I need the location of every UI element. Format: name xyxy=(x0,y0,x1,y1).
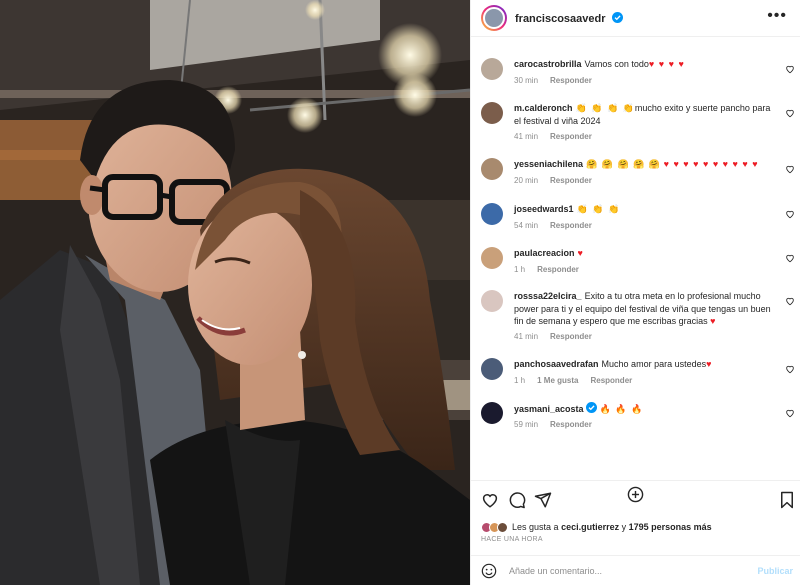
comment-time: 20 min xyxy=(514,176,539,185)
heart-icon[interactable] xyxy=(481,491,499,509)
post-header: franciscosaavedr ••• xyxy=(471,0,800,37)
commenter-avatar[interactable] xyxy=(481,247,503,269)
comment-like-icon[interactable] xyxy=(785,296,795,306)
commenter-username[interactable]: carocastrobrilla xyxy=(514,59,582,69)
reply-button[interactable]: Responder xyxy=(590,376,632,385)
author-username[interactable]: franciscosaavedr xyxy=(515,11,623,25)
comment-like-icon[interactable] xyxy=(785,209,795,219)
comment-like-icon[interactable] xyxy=(785,364,795,374)
reply-button[interactable]: Responder xyxy=(550,332,592,341)
commenter-username[interactable]: rosssa22elcira_ xyxy=(514,291,582,301)
more-options-icon[interactable]: ••• xyxy=(767,8,787,24)
comment-text: rosssa22elcira_ Exito a tu otra meta en l… xyxy=(514,291,771,326)
commenter-avatar[interactable] xyxy=(481,290,503,312)
reply-button[interactable]: Responder xyxy=(550,132,592,141)
comment-icon[interactable] xyxy=(508,491,526,509)
comment-meta: 41 min Responder xyxy=(514,332,604,341)
reply-button[interactable]: Responder xyxy=(550,420,592,429)
comment-time: 1 h xyxy=(514,265,526,274)
reply-button[interactable]: Responder xyxy=(550,176,592,185)
comment-meta: 1 h 1 Me gusta Responder xyxy=(514,376,644,385)
liker-avatar xyxy=(497,521,508,533)
post-actions-bar xyxy=(471,480,800,520)
post-photo xyxy=(0,0,470,585)
commenter-avatar[interactable] xyxy=(481,58,503,80)
comment-text: paulacreacion ♥ xyxy=(514,248,584,258)
commenter-avatar[interactable] xyxy=(481,402,503,424)
commenter-username[interactable]: m.calderonch xyxy=(514,103,573,113)
add-comment-bar: Añade un comentario... Publicar xyxy=(471,555,800,585)
verified-badge-icon xyxy=(585,402,597,413)
verified-badge-icon xyxy=(611,11,623,23)
comment-time: 30 min xyxy=(514,76,539,85)
commenter-username[interactable]: yesseniachilena xyxy=(514,159,583,169)
reply-button[interactable]: Responder xyxy=(550,221,592,230)
comment-text: carocastrobrilla Vamos con todo♥ ♥ ♥ ♥ xyxy=(514,59,685,69)
comment-text: yasmani_acosta 🔥 🔥 🔥 xyxy=(514,402,644,414)
comment-meta: 30 min Responder xyxy=(514,76,604,85)
commenter-username[interactable]: joseedwards1 xyxy=(514,204,574,214)
commenter-username[interactable]: panchosaavedrafan xyxy=(514,359,599,369)
likes-text: Les gusta a ceci.gutierrez y 1795 person… xyxy=(512,522,712,532)
post-side-panel: franciscosaavedr ••• carocastrobrilla Vam… xyxy=(470,0,800,585)
comment-meta: 59 min Responder xyxy=(514,420,604,429)
commenter-username[interactable]: paulacreacion xyxy=(514,248,575,258)
commenter-avatar[interactable] xyxy=(481,358,503,380)
comment-text: yesseniachilena 🤗 🤗 🤗 🤗 🤗 ♥ ♥ ♥ ♥ ♥ ♥ ♥ ♥… xyxy=(514,159,759,169)
comment-like-icon[interactable] xyxy=(785,408,795,418)
post-timestamp: HACE UNA HORA xyxy=(481,536,543,543)
comment-time: 54 min xyxy=(514,221,539,230)
comment-time: 41 min xyxy=(514,132,539,141)
comment-text: m.calderonch 👏 👏 👏 👏mucho exito y suerte … xyxy=(514,103,771,126)
comment-meta: 41 min Responder xyxy=(514,132,604,141)
reply-button[interactable]: Responder xyxy=(537,265,579,274)
comment-meta: 20 min Responder xyxy=(514,176,604,185)
likes-summary[interactable]: Les gusta a ceci.gutierrez y 1795 person… xyxy=(481,520,712,534)
comment-meta: 1 h Responder xyxy=(514,265,591,274)
comment-like-icon[interactable] xyxy=(785,253,795,263)
comment-time: 41 min xyxy=(514,332,539,341)
likes-count[interactable]: 1795 personas más xyxy=(629,522,712,532)
liker-username[interactable]: ceci.gutierrez xyxy=(561,522,619,532)
comment-time: 1 h xyxy=(514,376,526,385)
comment-like-icon[interactable] xyxy=(785,108,795,118)
share-icon[interactable] xyxy=(534,491,552,509)
comment-meta: 54 min Responder xyxy=(514,221,604,230)
comment-text: panchosaavedrafan Mucho amor para ustedes… xyxy=(514,359,713,369)
commenter-avatar[interactable] xyxy=(481,102,503,124)
emoji-icon[interactable] xyxy=(481,563,497,579)
commenter-username[interactable]: yasmani_acosta xyxy=(514,404,584,414)
publish-button[interactable]: Publicar xyxy=(757,566,793,576)
comment-like-icon[interactable] xyxy=(785,164,795,174)
commenter-avatar[interactable] xyxy=(481,203,503,225)
bookmark-icon[interactable] xyxy=(778,491,796,509)
comment-text: joseedwards1 👏 👏 👏 xyxy=(514,204,621,214)
comment-input[interactable]: Añade un comentario... xyxy=(509,566,602,576)
comment-time: 59 min xyxy=(514,420,539,429)
author-avatar[interactable] xyxy=(481,5,507,31)
comment-like-count[interactable]: 1 Me gusta xyxy=(537,376,578,385)
comment-like-icon[interactable] xyxy=(785,64,795,74)
post-image-selfie xyxy=(0,0,470,585)
commenter-avatar[interactable] xyxy=(481,158,503,180)
reply-button[interactable]: Responder xyxy=(550,76,592,85)
